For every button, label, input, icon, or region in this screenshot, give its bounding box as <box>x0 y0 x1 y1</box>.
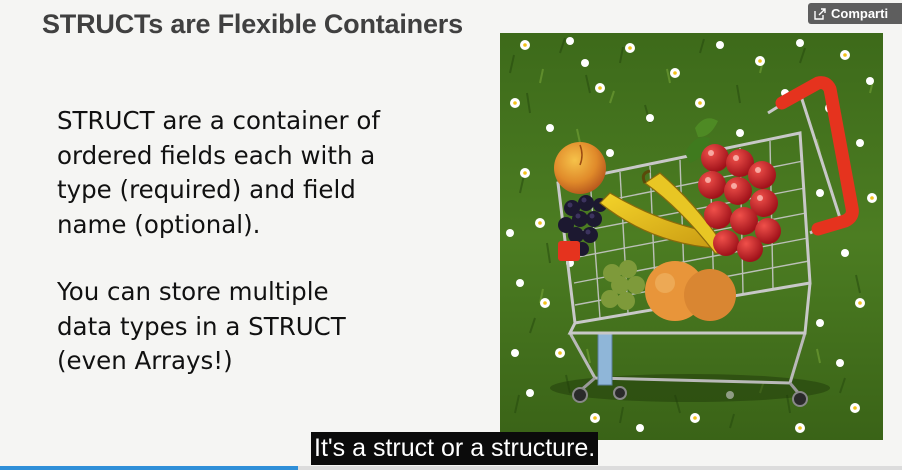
external-share-icon <box>814 7 826 20</box>
share-button-label: Comparti <box>831 6 889 21</box>
text-line: data types in a STRUCT <box>57 311 346 341</box>
subtitle-caption: It's a struct or a structure. <box>311 432 599 465</box>
text-line: (even Arrays!) <box>57 346 233 375</box>
slide-title: STRUCTs are Flexible Containers <box>42 9 463 39</box>
text-line: name (optional). <box>57 209 261 239</box>
text-line: STRUCT are a container of <box>57 106 381 135</box>
paragraph-struct-definition: STRUCT are a container of ordered fields… <box>57 104 477 242</box>
share-button[interactable]: Comparti <box>808 3 902 24</box>
slide: STRUCTs are Flexible Containers STRUCT a… <box>0 0 902 470</box>
video-progress-bar[interactable] <box>0 466 902 470</box>
paragraph-multiple-types: You can store multiple data types in a S… <box>57 275 477 379</box>
text-line: You can store multiple <box>57 277 329 306</box>
text-line: type (required) and field <box>57 175 356 204</box>
slide-body: STRUCT are a container of ordered fields… <box>57 104 477 379</box>
shopping-cart-illustration <box>500 33 883 440</box>
text-line: ordered fields each with a <box>57 140 376 170</box>
shopping-cart-photo <box>500 33 883 440</box>
video-progress-fill <box>0 466 298 470</box>
